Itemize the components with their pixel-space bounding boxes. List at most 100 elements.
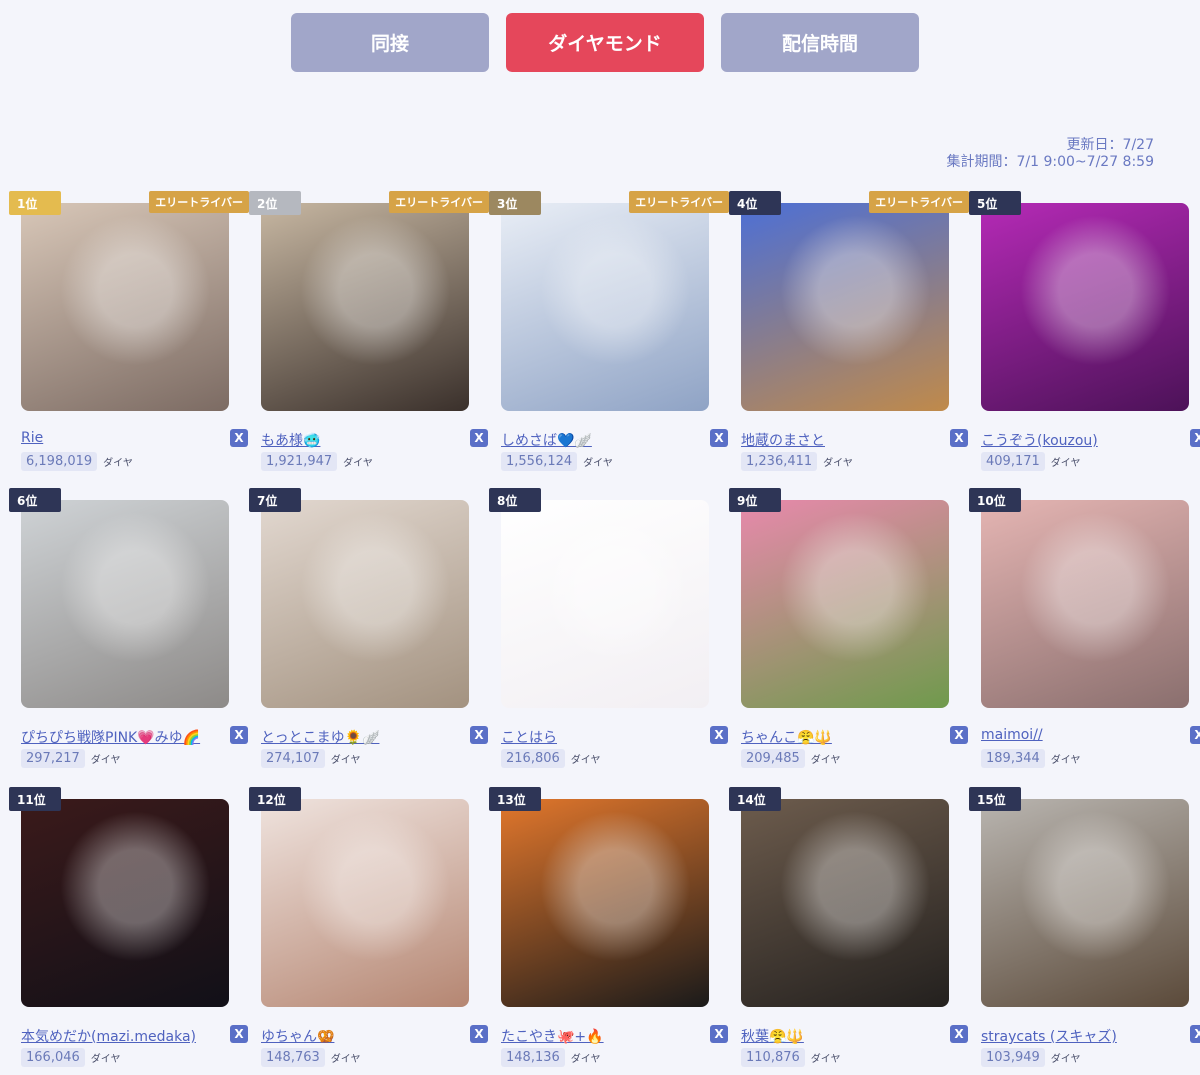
portrait-photo-icon[interactable]	[981, 500, 1189, 708]
diamond-count: 409,171 ダイヤ	[981, 452, 1080, 471]
diamond-value: 1,921,947	[261, 452, 338, 471]
liver-name-link[interactable]: 地蔵のまさと	[741, 430, 825, 450]
liver-name-link[interactable]: たこやき🐙+🔥	[501, 1026, 604, 1046]
portrait-photo-icon[interactable]	[741, 799, 949, 1007]
rank-badge: 8位	[489, 488, 541, 512]
avatar-image	[981, 203, 1189, 411]
liver-name-link[interactable]: もあ様🥶	[261, 430, 320, 450]
diamond-unit: ダイヤ	[1050, 755, 1081, 766]
x-social-icon[interactable]: X	[230, 726, 248, 744]
ranking-card[interactable]: 9位 ちゃんこ😤🔱 X 209,485 ダイヤ	[729, 488, 968, 768]
diamond-count: 148,136 ダイヤ	[501, 1048, 600, 1067]
diamond-count: 1,921,947 ダイヤ	[261, 452, 373, 471]
x-social-icon[interactable]: X	[470, 1025, 488, 1043]
diamond-value: 148,763	[261, 1048, 325, 1067]
cat-photo-icon[interactable]	[981, 799, 1189, 1007]
x-social-icon[interactable]: X	[950, 429, 968, 447]
diamond-unit: ダイヤ	[1050, 458, 1081, 469]
ranking-card[interactable]: 12位ゆちゃん🥨 X 148,763 ダイヤ	[249, 787, 488, 1067]
avatar-image	[261, 203, 469, 411]
liver-name-link[interactable]: ゆちゃん🥨	[261, 1026, 334, 1046]
x-social-icon[interactable]: X	[710, 726, 728, 744]
portrait-photo-icon[interactable]	[261, 500, 469, 708]
diamond-count: 189,344 ダイヤ	[981, 749, 1080, 768]
x-social-icon[interactable]: X	[1190, 429, 1200, 447]
ranking-card[interactable]: 5位こうぞう(kouzou) X 409,171 ダイヤ	[969, 191, 1200, 471]
diamond-unit: ダイヤ	[1050, 1054, 1081, 1065]
avatar-image	[261, 500, 469, 708]
ranking-card[interactable]: 11位 本気めだか(mazi.medaka) X 166,046 ダイヤ	[9, 787, 248, 1067]
liver-name-link[interactable]: Rie	[21, 430, 43, 446]
ranking-card[interactable]: 6位 ぴちぴち戦隊PINK💗みゆ🌈 X 297,217 ダイヤ	[9, 488, 248, 768]
flowers-portrait-icon[interactable]	[741, 500, 949, 708]
x-social-icon[interactable]: X	[1190, 1025, 1200, 1043]
avatar-image	[501, 203, 709, 411]
avatar-image	[21, 500, 229, 708]
liver-name-link[interactable]: ぴちぴち戦隊PINK💗みゆ🌈	[21, 727, 200, 747]
diamond-value: 274,107	[261, 749, 325, 768]
liver-name-link[interactable]: しめさば💙🪽	[501, 430, 592, 450]
neon-portrait-icon[interactable]	[981, 203, 1189, 411]
liver-name-link[interactable]: ことはら	[501, 727, 557, 747]
diamond-count: 148,763 ダイヤ	[261, 1048, 360, 1067]
liver-name-link[interactable]: maimoi//	[981, 727, 1043, 743]
illustration-icon[interactable]	[501, 500, 709, 708]
diamond-unit: ダイヤ	[570, 755, 601, 766]
liver-name-link[interactable]: 秋葉😤🔱	[741, 1026, 804, 1046]
ranking-card[interactable]: 1位 エリートライバー Rie X 6,198,019 ダイヤ	[9, 191, 249, 471]
liver-name-link[interactable]: straycats (スキャズ)	[981, 1026, 1117, 1046]
x-social-icon[interactable]: X	[470, 726, 488, 744]
gang-emblem-icon[interactable]	[501, 203, 709, 411]
ranking-card[interactable]: 15位 straycats (スキャズ) X 103,949 ダイヤ	[969, 787, 1200, 1067]
ranking-card[interactable]: 4位 エリートライバー 地蔵のまさと X 1,236,411 ダイヤ	[729, 191, 969, 471]
ranking-card[interactable]: 14位 秋葉😤🔱 X 110,876 ダイヤ	[729, 787, 968, 1067]
diamond-value: 166,046	[21, 1048, 85, 1067]
ornate-frame-portrait-icon[interactable]	[741, 203, 949, 411]
diamond-value: 409,171	[981, 452, 1045, 471]
guitar-illustration-icon[interactable]	[501, 799, 709, 1007]
rank-badge: 3位	[489, 191, 541, 215]
diamond-unit: ダイヤ	[570, 1054, 601, 1065]
x-social-icon[interactable]: X	[950, 1025, 968, 1043]
diamond-value: 148,136	[501, 1048, 565, 1067]
rank-badge: 12位	[249, 787, 301, 811]
liver-name-link[interactable]: ちゃんこ😤🔱	[741, 727, 832, 747]
ranking-card[interactable]: 13位 たこやき🐙+🔥 X 148,136 ダイヤ	[489, 787, 728, 1067]
portrait-photo-icon[interactable]	[261, 799, 469, 1007]
avatar-image	[741, 203, 949, 411]
rank-badge: 4位	[729, 191, 781, 215]
rank-badge: 5位	[969, 191, 1021, 215]
rank-badge: 7位	[249, 488, 301, 512]
portrait-photo-icon[interactable]	[261, 203, 469, 411]
calligraphy-logo-icon[interactable]	[21, 799, 229, 1007]
x-social-icon[interactable]: X	[710, 1025, 728, 1043]
ranking-card[interactable]: 7位 とっとこまゆ🌻🪽 X 274,107 ダイヤ	[249, 488, 488, 768]
rank-badge: 2位	[249, 191, 301, 215]
avatar-image	[741, 500, 949, 708]
ranking-card[interactable]: 8位 ことはら X 216,806 ダイヤ	[489, 488, 728, 768]
x-social-icon[interactable]: X	[230, 1025, 248, 1043]
ranking-card[interactable]: 2位 エリートライバー もあ様🥶 X 1,921,947 ダイヤ	[249, 191, 489, 471]
x-social-icon[interactable]: X	[1190, 726, 1200, 744]
ranking-card[interactable]: 3位 エリートライバー しめさば💙🪽 X 1,556,124 ダイヤ	[489, 191, 729, 471]
avatar-image	[501, 500, 709, 708]
diamond-count: 1,556,124 ダイヤ	[501, 452, 613, 471]
x-social-icon[interactable]: X	[710, 429, 728, 447]
avatar-image	[981, 799, 1189, 1007]
x-social-icon[interactable]: X	[950, 726, 968, 744]
liver-name-link[interactable]: とっとこまゆ🌻🪽	[261, 727, 379, 747]
diamond-value: 297,217	[21, 749, 85, 768]
diamond-unit: ダイヤ	[810, 755, 841, 766]
portrait-photo-icon[interactable]	[21, 203, 229, 411]
avatar-image	[981, 500, 1189, 708]
avatar-image	[21, 799, 229, 1007]
x-social-icon[interactable]: X	[230, 429, 248, 447]
diamond-value: 110,876	[741, 1048, 805, 1067]
portrait-photo-icon[interactable]	[21, 500, 229, 708]
diamond-unit: ダイヤ	[823, 458, 853, 469]
diamond-count: 6,198,019 ダイヤ	[21, 452, 133, 471]
liver-name-link[interactable]: 本気めだか(mazi.medaka)	[21, 1026, 196, 1046]
liver-name-link[interactable]: こうぞう(kouzou)	[981, 430, 1098, 450]
ranking-card[interactable]: 10位 maimoi// X 189,344 ダイヤ	[969, 488, 1200, 768]
x-social-icon[interactable]: X	[470, 429, 488, 447]
